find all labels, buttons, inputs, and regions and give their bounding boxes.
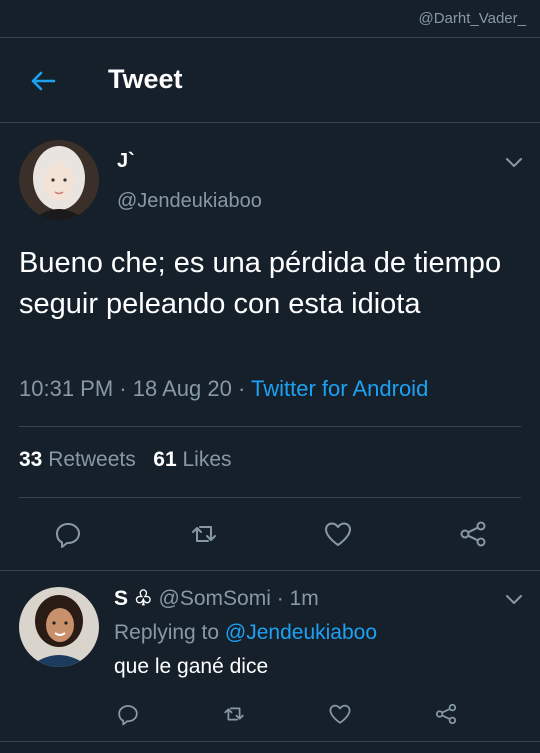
like-icon[interactable] (328, 702, 352, 726)
likes-label: Likes (182, 448, 232, 471)
tweet-text: Bueno che; es una pérdida de tiempo segu… (19, 247, 502, 320)
tweet-time: 10:31 PM (19, 376, 114, 401)
share-icon[interactable] (458, 519, 488, 549)
page-title: Tweet (108, 64, 183, 94)
meta-divider (19, 426, 521, 427)
meta-separator: · (231, 376, 251, 401)
retweet-icon[interactable] (222, 702, 246, 726)
replying-to-label: Replying to (114, 621, 220, 644)
reply-header: S ♧ @SomSomi · 1m (114, 586, 319, 611)
chevron-down-icon[interactable] (502, 150, 526, 174)
likes-count: 61 (153, 448, 177, 471)
author-name[interactable]: J` (117, 150, 135, 173)
avatar[interactable] (19, 140, 99, 220)
top-divider (0, 37, 540, 38)
meta-separator: · (270, 587, 290, 610)
retweets-label: Retweets (48, 448, 136, 471)
share-icon[interactable] (434, 702, 458, 726)
back-arrow-icon[interactable] (28, 66, 58, 96)
reply-icon[interactable] (53, 519, 83, 549)
tweet-date: 18 Aug 20 (132, 376, 232, 401)
avatar[interactable] (19, 587, 99, 667)
tweet-divider (0, 570, 540, 571)
tweet-meta: 10:31 PM · 18 Aug 20 · Twitter for Andro… (19, 376, 428, 402)
reply-icon[interactable] (116, 702, 140, 726)
likes-stat[interactable]: 61 Likes (153, 448, 231, 471)
like-icon[interactable] (323, 519, 353, 549)
retweets-stat[interactable]: 33 Retweets (19, 448, 136, 471)
reply-text: que le gané dice (114, 655, 269, 678)
reply-author-name[interactable]: S ♧ (114, 587, 153, 610)
retweet-icon[interactable] (189, 519, 219, 549)
reply-divider (0, 741, 540, 742)
watermark: @Darht_Vader_ (418, 10, 526, 27)
header-divider (0, 122, 540, 123)
tweet-stats: 33 Retweets 61 Likes (19, 448, 232, 472)
tweet-source-link[interactable]: Twitter for Android (251, 376, 428, 401)
meta-separator: · (113, 376, 133, 401)
replying-to: Replying to @Jendeukiaboo (114, 621, 377, 645)
reply-time: 1m (289, 587, 319, 610)
replying-to-handle[interactable]: @Jendeukiaboo (225, 621, 377, 644)
author-handle[interactable]: @Jendeukiaboo (117, 190, 262, 213)
chevron-down-icon[interactable] (502, 587, 526, 611)
stats-divider (19, 497, 521, 498)
retweets-count: 33 (19, 448, 43, 471)
reply-author-handle[interactable]: @SomSomi (159, 587, 271, 610)
